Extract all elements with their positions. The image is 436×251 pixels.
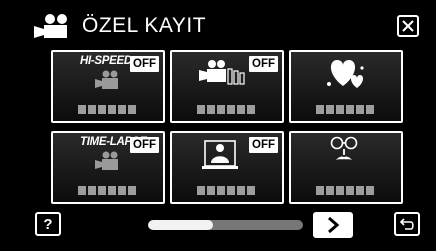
close-icon: [402, 20, 414, 32]
return-arrow-icon: [399, 218, 414, 230]
mode-tile-face-glasses[interactable]: [289, 131, 403, 204]
chevron-right-icon: [328, 216, 340, 234]
movie-camera-icon: [34, 14, 67, 38]
scroll-indicator-fill: [148, 220, 214, 230]
mode-label-placeholder: [316, 105, 374, 114]
mode-label-placeholder: [78, 105, 136, 114]
special-recording-screen: ÖZEL KAYIT HI-SPEED OFF OFF TIME-LAPSE O…: [0, 0, 436, 251]
mode-label-placeholder: [78, 186, 136, 195]
back-button[interactable]: [394, 212, 420, 236]
mode-tile-person-frame[interactable]: OFF: [170, 131, 284, 204]
mode-label-placeholder: [197, 105, 255, 114]
mode-tile-hearts[interactable]: [289, 50, 403, 123]
help-button[interactable]: ?: [35, 212, 61, 236]
page-scroll-indicator[interactable]: [148, 220, 303, 230]
close-button[interactable]: [397, 15, 419, 37]
mode-tile-continuous[interactable]: OFF: [170, 50, 284, 123]
next-page-button[interactable]: [313, 212, 353, 238]
mode-tile-time-lapse[interactable]: TIME-LAPSE OFF: [51, 131, 165, 204]
mode-tile-hi-speed[interactable]: HI-SPEED OFF: [51, 50, 165, 123]
mode-label-placeholder: [316, 186, 374, 195]
mode-label-placeholder: [197, 186, 255, 195]
page-title: ÖZEL KAYIT: [82, 14, 207, 37]
